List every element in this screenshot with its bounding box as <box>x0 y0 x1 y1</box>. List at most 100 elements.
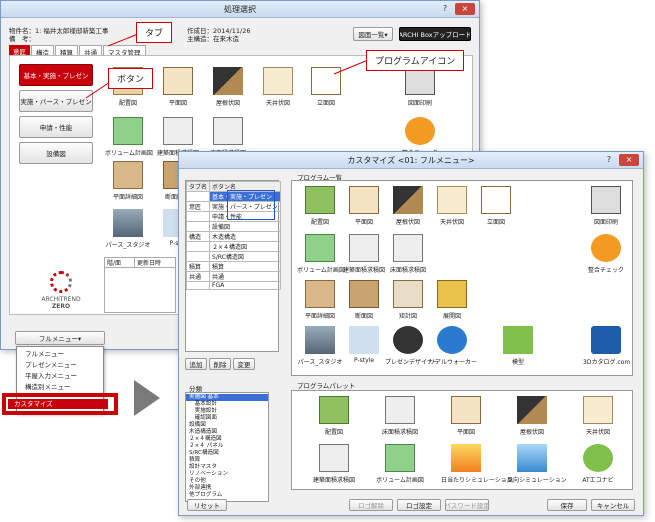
perspective-icon <box>113 209 143 237</box>
program-icon-section[interactable]: 断面図 <box>341 280 387 320</box>
menu-item-presen[interactable]: プレゼンメニュー <box>17 360 103 371</box>
program-icon-development[interactable]: 展開図 <box>429 280 475 320</box>
table-row[interactable]: ２×４構造図 <box>185 241 281 252</box>
program-icon-volume[interactable]: ボリューム計画図 <box>297 234 345 274</box>
list-item[interactable]: 基本設計 <box>186 401 268 408</box>
menu-item-customize[interactable]: カスタマイズ <box>8 399 108 409</box>
menu-item-full[interactable]: フルメニュー <box>17 349 103 360</box>
table-row[interactable]: S/RC構造図 <box>185 251 281 262</box>
menu-item-single-story[interactable]: 平屋入力メニュー <box>17 371 103 382</box>
ceiling-plan-icon <box>583 396 613 424</box>
floor-area-icon <box>385 396 415 424</box>
side-button-equipment[interactable]: 設備図 <box>19 142 93 164</box>
program-icon-site-plan[interactable]: 配置図 <box>297 186 343 226</box>
callout-tab: タブ <box>136 22 173 43</box>
palette-icon-eco-navi[interactable]: ATエコナビ <box>573 444 623 484</box>
history-table: 階/面 更新日時 <box>104 257 176 313</box>
sunlight-icon <box>451 444 481 472</box>
program-icon-ceiling-plan[interactable]: 天井伏図 <box>429 186 475 226</box>
add-button[interactable]: 追加 <box>185 358 207 370</box>
floor-plan-icon <box>451 396 481 424</box>
program-icon-presen-designer[interactable]: プレゼンデザイナー <box>385 326 439 366</box>
table-row[interactable]: 積算 積算 <box>185 261 281 272</box>
cancel-button[interactable]: キャンセル <box>591 499 635 511</box>
floor-plan-icon <box>349 186 379 214</box>
table-row[interactable]: 構造 木造構造 <box>185 231 281 242</box>
list-item[interactable]: ２×４ パネル <box>186 443 268 450</box>
header-updated: 更新日時 <box>137 260 162 267</box>
program-icon-roof-plan[interactable]: 屋根伏図 <box>385 186 431 226</box>
palette-icon-building-area[interactable]: 建築面積求積図 <box>309 444 359 484</box>
roof-plan-icon <box>393 186 423 214</box>
arrow-right-icon <box>134 380 160 416</box>
list-item[interactable]: 積算 <box>186 457 268 464</box>
logo-icon <box>50 271 72 293</box>
program-icon-elevation[interactable]: 立面図 <box>473 186 519 226</box>
table-row[interactable]: 共通 共通 <box>185 271 281 282</box>
eco-navi-icon <box>583 444 613 472</box>
table-row[interactable]: FGA <box>185 281 281 290</box>
elevation-icon <box>481 186 511 214</box>
save-button[interactable]: 保存 <box>547 499 587 511</box>
palette-icon-ceiling-plan[interactable]: 天井伏図 <box>573 396 623 436</box>
program-icon-model[interactable]: 模型 <box>495 326 541 366</box>
selection-highlight <box>227 190 275 220</box>
presen-designer-icon <box>393 326 423 354</box>
detail-plan-icon <box>305 280 335 308</box>
password-set-button[interactable]: パスワード設定 <box>445 499 489 511</box>
palette-icon-roof-plan[interactable]: 屋根伏図 <box>507 396 557 436</box>
program-icon-detail-plan[interactable]: 平面詳細図 <box>105 161 151 201</box>
program-icon-floor-area[interactable]: 床面積求積図 <box>385 234 431 274</box>
logo-set-button[interactable]: ロゴ設定 <box>397 499 441 511</box>
list-item[interactable]: 他プログラム <box>186 492 268 499</box>
program-icon-3d-catalog[interactable]: 3Dカタログ.com <box>583 326 630 366</box>
palette-icon-volume[interactable]: ボリューム計画図 <box>375 444 425 484</box>
change-button[interactable]: 変更 <box>233 358 255 370</box>
category-list[interactable]: 実施図 基本 基本設計 実施設計 確認図面 設備図 木造構造図 ２×４構造図 ２… <box>185 392 269 502</box>
program-icon-floor-plan[interactable]: 平面図 <box>341 186 387 226</box>
delete-button[interactable]: 削除 <box>209 358 231 370</box>
table-row[interactable]: 設備図 <box>185 221 281 232</box>
list-item[interactable]: その他 <box>186 478 268 485</box>
palette-icon-site-plan[interactable]: 配置図 <box>309 396 359 436</box>
header-tab-name: タブ名 <box>185 181 211 192</box>
menu-item-structure[interactable]: 構造別メニュー <box>17 382 103 393</box>
list-item[interactable]: 設計マスタ <box>186 464 268 471</box>
list-item[interactable]: 確認図面 <box>186 415 268 422</box>
palette-icon-sunlight[interactable]: 日当たりシミュレーション <box>441 444 513 484</box>
logo-text-zero: ZERO <box>51 303 71 310</box>
program-icon-perspective[interactable]: パース_スタジオ <box>105 209 151 249</box>
list-item[interactable]: 外部連携 <box>186 485 268 492</box>
program-icon-real-walker[interactable]: リアルウォーカー <box>429 326 477 366</box>
program-icon-print[interactable]: 図面印刷 <box>583 186 629 226</box>
list-item[interactable]: リノベーション <box>186 471 268 478</box>
list-item[interactable]: ２×４構造図 <box>186 436 268 443</box>
list-item[interactable]: S/RC構造図 <box>186 450 268 457</box>
program-icon-consistency[interactable]: 整合チェック <box>583 234 629 274</box>
palette-icon-floor-area[interactable]: 床面積求積図 <box>375 396 425 436</box>
reset-button[interactable]: リセット <box>187 499 227 511</box>
roof-plan-icon <box>517 396 547 424</box>
program-icon-detail-section[interactable]: 矩計図 <box>385 280 431 320</box>
program-icon-building-area[interactable]: 建築面積求積図 <box>341 234 387 274</box>
program-icon-pstyle[interactable]: P-style <box>341 326 387 364</box>
header-floor: 階/面 <box>105 258 135 267</box>
program-icon-perspective[interactable]: パース_スタジオ <box>297 326 343 366</box>
close-button[interactable]: × <box>619 154 639 166</box>
list-item[interactable]: 設備図 <box>186 422 268 429</box>
palette-label: プログラムパレット <box>297 382 356 390</box>
menu-select-button[interactable]: フルメニュー▾ <box>15 331 105 345</box>
site-plan-icon <box>319 396 349 424</box>
palette-icon-floor-plan[interactable]: 平面図 <box>441 396 491 436</box>
list-item[interactable]: 実施図 基本 <box>186 394 268 401</box>
logo-text: ARCHITREND <box>41 296 81 303</box>
help-button[interactable]: ? <box>601 154 617 166</box>
program-icon-detail-plan[interactable]: 平面詳細図 <box>297 280 343 320</box>
site-plan-icon <box>305 186 335 214</box>
list-item[interactable]: 実施設計 <box>186 408 268 415</box>
list-item[interactable]: 木造構造図 <box>186 429 268 436</box>
perspective-icon <box>305 326 335 354</box>
palette-icon-wind[interactable]: 風向シミュレーション <box>507 444 567 484</box>
customize-title-bar: カスタマイズ <01: フルメニュー> ? × <box>179 152 643 169</box>
logo-remove-button[interactable]: ロゴ解除 <box>349 499 393 511</box>
